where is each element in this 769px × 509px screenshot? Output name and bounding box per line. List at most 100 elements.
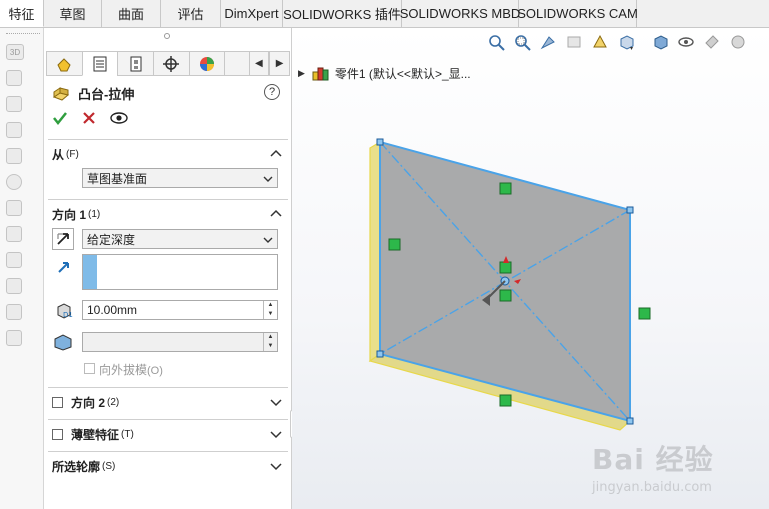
help-button[interactable]: ? — [264, 84, 280, 100]
draft-angle-input[interactable]: ▲ ▼ — [82, 332, 278, 352]
feature-title-text: 凸台-拉伸 — [78, 87, 135, 102]
separator — [48, 419, 288, 420]
panel-collapse-dot[interactable] — [164, 33, 170, 39]
end-condition-select[interactable]: 给定深度 — [82, 229, 278, 249]
draft-toggle-button[interactable] — [52, 331, 74, 353]
property-manager-tab[interactable] — [81, 51, 118, 76]
reverse-direction-button[interactable] — [52, 228, 74, 250]
draft-outward-shortcut: (O) — [147, 365, 163, 377]
tab-solidworks-addins[interactable]: SOLIDWORKS 插件 — [283, 0, 402, 27]
separator — [48, 387, 288, 388]
sweep-icon[interactable] — [6, 122, 22, 138]
sketch-point[interactable] — [376, 138, 384, 146]
3d-sketch-icon[interactable]: 3D — [6, 44, 24, 60]
chevron-down-icon[interactable] — [270, 396, 282, 408]
group-direction2-label: 方向 2 — [71, 395, 106, 410]
draft-outward-label: 向外拔模(O) — [99, 361, 163, 378]
midpoint-relation-icon[interactable] — [499, 289, 512, 302]
tab-sketch[interactable]: 草图 — [44, 0, 102, 27]
shell-icon[interactable] — [6, 278, 22, 294]
sketch-point[interactable] — [626, 417, 634, 425]
toolbar-handle[interactable] — [6, 28, 40, 34]
configuration-manager-icon — [130, 56, 142, 71]
group-from-shortcut: (F) — [66, 148, 79, 160]
appearance-icon — [199, 56, 214, 71]
loft-icon[interactable] — [6, 148, 22, 164]
pattern-icon[interactable] — [6, 226, 22, 242]
tab-scroll-right-icon[interactable]: ▶ — [269, 51, 290, 76]
chevron-down-icon[interactable] — [270, 428, 282, 440]
horizontal-relation-icon[interactable] — [499, 182, 512, 195]
group-from-header[interactable]: 从 (F) — [44, 142, 292, 166]
chevron-up-icon[interactable] — [270, 148, 282, 160]
depth-input[interactable]: 10.00mm ▲ ▼ — [82, 300, 278, 320]
group-direction2-header[interactable]: 方向 2 (2) — [44, 390, 292, 414]
thin-feature-checkbox[interactable] — [52, 428, 63, 440]
overflow-tab[interactable] — [224, 51, 249, 76]
action-buttons — [52, 110, 128, 126]
reverse-direction-icon — [57, 233, 69, 245]
depth-spinner[interactable]: ▲ ▼ — [263, 301, 277, 319]
tab-scroll-left-icon[interactable]: ◀ — [248, 51, 270, 76]
group-selected-contours-label: 所选轮廓 — [52, 459, 101, 474]
sketch-point[interactable] — [626, 206, 634, 214]
tab-features[interactable]: 特征 — [0, 0, 44, 27]
group-from-label: 从 — [52, 147, 65, 162]
chevron-down-icon — [263, 176, 273, 182]
chevron-down-icon[interactable] — [270, 460, 282, 472]
separator — [48, 199, 288, 200]
watermark-main: Bai 经验 — [592, 443, 714, 476]
dimxpert-manager-tab[interactable] — [152, 51, 189, 76]
horizontal-relation-icon[interactable] — [499, 394, 512, 407]
dimxpert-icon — [163, 55, 180, 72]
command-manager-tabs: 特征 草图 曲面 评估 DimXpert SOLIDWORKS 插件 SOLID… — [0, 0, 769, 28]
boss-extrude-icon — [52, 86, 70, 101]
feature-manager-tab[interactable] — [46, 51, 82, 76]
extrude-preview — [368, 138, 651, 431]
group-selected-contours-header[interactable]: 所选轮廓 (S) — [44, 454, 292, 478]
preview-side-face — [369, 140, 381, 363]
group-direction1-header[interactable]: 方向 1 (1) — [44, 202, 292, 226]
start-condition-select[interactable]: 草图基准面 — [82, 168, 278, 188]
extrude-icon[interactable] — [6, 70, 22, 86]
sketch-point[interactable] — [376, 350, 384, 358]
manager-tabs: ◀ ▶ — [46, 51, 290, 77]
rib-icon[interactable] — [6, 252, 22, 268]
group-selected-contours-shortcut: (S) — [102, 460, 116, 472]
display-manager-tab[interactable] — [188, 51, 225, 76]
chevron-down-icon — [263, 237, 273, 243]
feature-title: 凸台-拉伸 — [52, 84, 134, 103]
tab-solidworks-mbd[interactable]: SOLIDWORKS MBD — [400, 0, 520, 27]
depth-value: 10.00mm — [87, 303, 138, 317]
group-thin-feature-label: 薄壁特征 — [71, 427, 120, 442]
tab-dimxpert[interactable]: DimXpert — [221, 0, 283, 27]
reference-icon[interactable] — [6, 330, 22, 346]
direction2-checkbox[interactable] — [52, 396, 63, 408]
property-manager-icon — [93, 56, 107, 71]
left-toolbar: 3D — [0, 28, 44, 509]
group-thin-feature-header[interactable]: 薄壁特征 (T) — [44, 422, 292, 446]
preview-eye-icon[interactable] — [110, 111, 128, 125]
hole-icon[interactable] — [6, 174, 22, 190]
graphics-area[interactable]: ▾ ▶ 零件1 (默认<<默认>_显... Bai 经验 jingyan.bai… — [292, 28, 769, 509]
tab-surfaces[interactable]: 曲面 — [102, 0, 161, 27]
draft-icon[interactable] — [6, 304, 22, 320]
ok-check-icon[interactable] — [52, 110, 68, 126]
selection-active-indicator — [83, 255, 97, 289]
fillet-icon[interactable] — [6, 200, 22, 216]
midpoint-relation-icon[interactable] — [499, 261, 512, 274]
cancel-x-icon[interactable] — [82, 111, 96, 125]
chevron-up-icon[interactable] — [270, 208, 282, 220]
tab-evaluate[interactable]: 评估 — [161, 0, 221, 27]
direction-vector-listbox[interactable] — [82, 254, 278, 290]
draft-outward-checkbox[interactable] — [84, 363, 95, 374]
configuration-manager-tab[interactable] — [117, 51, 153, 76]
vertical-relation-icon[interactable] — [638, 307, 651, 320]
separator — [48, 139, 288, 140]
feature-manager-icon — [57, 57, 71, 71]
tab-solidworks-cam[interactable]: SOLIDWORKS CAM — [517, 0, 638, 27]
start-condition-value: 草图基准面 — [87, 171, 148, 186]
vertical-relation-icon[interactable] — [388, 238, 401, 251]
revolve-icon[interactable] — [6, 96, 22, 112]
draft-angle-spinner[interactable]: ▲ ▼ — [263, 333, 277, 351]
